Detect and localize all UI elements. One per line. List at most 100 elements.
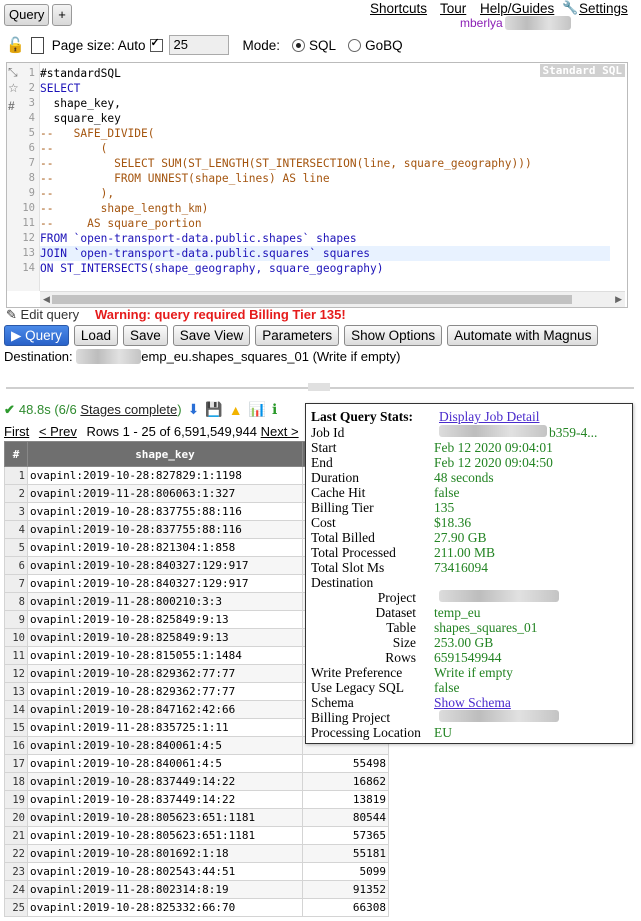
prev-page-link[interactable]: < Prev	[39, 424, 77, 439]
row-number-cell[interactable]: 16	[4, 736, 28, 755]
square-key-cell[interactable]: 5099	[302, 862, 389, 881]
add-tab-button[interactable]: +	[52, 4, 72, 26]
row-number-cell[interactable]: 13	[4, 682, 28, 701]
sql-editor[interactable]: ⤡ ☆ # Standard SQL 1 #standardSQL 2 SELECT 3…	[6, 62, 628, 308]
shape-key-cell[interactable]: ovapinl:2019-10-28:805623:651:1181	[27, 826, 303, 845]
row-number-cell[interactable]: 17	[4, 754, 28, 773]
row-number-cell[interactable]: 7	[4, 574, 28, 593]
tab-query[interactable]: Query	[4, 4, 50, 26]
shape-key-cell[interactable]: ovapinl:2019-11-28:806063:1:327	[27, 484, 303, 503]
row-number-cell[interactable]: 19	[4, 790, 28, 809]
shape-key-cell[interactable]: ovapinl:2019-10-28:829362:77:77	[27, 682, 303, 701]
square-key-cell[interactable]: 91352	[302, 880, 389, 899]
row-number-cell[interactable]: 18	[4, 772, 28, 791]
resize-handle[interactable]	[308, 383, 330, 391]
shape-key-cell[interactable]: ovapinl:2019-10-28:802543:44:51	[27, 862, 303, 881]
row-number-cell[interactable]: 6	[4, 556, 28, 575]
shape-key-cell[interactable]: ovapinl:2019-10-28:805623:651:1181	[27, 808, 303, 827]
download-icon[interactable]: ⬇	[188, 401, 200, 418]
page-size-input[interactable]: 25	[168, 35, 229, 55]
square-key-cell[interactable]: 66308	[302, 898, 389, 917]
row-number-cell[interactable]: 8	[4, 592, 28, 611]
row-number-cell[interactable]: 25	[4, 898, 28, 917]
unlock-icon[interactable]: 🔓	[6, 36, 25, 54]
save-view-button[interactable]: Save View	[172, 325, 251, 346]
row-number-cell[interactable]: 9	[4, 610, 28, 629]
display-job-detail-link[interactable]: Display Job Detail	[439, 409, 540, 424]
shape-key-cell[interactable]: ovapinl:2019-10-28:840061:4:5	[27, 736, 303, 755]
table-row[interactable]: 23 ovapinl:2019-10-28:802543:44:51 5099	[4, 862, 389, 881]
edit-query-link[interactable]: ✎ Edit query	[6, 307, 79, 323]
scroll-right-icon[interactable]: ▶	[615, 292, 622, 307]
shape-key-cell[interactable]: ovapinl:2019-10-28:801692:1:18	[27, 844, 303, 863]
table-row[interactable]: 21 ovapinl:2019-10-28:805623:651:1181 5736…	[4, 826, 389, 845]
first-page-link[interactable]: First	[4, 424, 29, 439]
mode-sql-radio[interactable]	[292, 38, 306, 52]
square-key-cell[interactable]: 55498	[302, 754, 389, 773]
table-row[interactable]: 17 ovapinl:2019-10-28:840061:4:5 55498	[4, 754, 389, 773]
shape-key-cell[interactable]: ovapinl:2019-10-28:837755:88:116	[27, 520, 303, 539]
row-number-cell[interactable]: 22	[4, 844, 28, 863]
row-number-cell[interactable]: 1	[4, 466, 28, 485]
table-row[interactable]: 18 ovapinl:2019-10-28:837449:14:22 16862	[4, 772, 389, 791]
info-icon[interactable]: ℹ	[272, 401, 277, 418]
shape-key-cell[interactable]: ovapinl:2019-10-28:821304:1:858	[27, 538, 303, 557]
table-row[interactable]: 24 ovapinl:2019-11-28:802314:8:19 91352	[4, 880, 389, 899]
show-options-button[interactable]: Show Options	[344, 325, 443, 346]
table-row[interactable]: 25 ovapinl:2019-10-28:825332:66:70 66308	[4, 898, 389, 917]
page-size-auto-checkbox[interactable]	[149, 36, 163, 52]
shape-key-cell[interactable]: ovapinl:2019-10-28:847162:42:66	[27, 700, 303, 719]
show-schema-link[interactable]: Show Schema	[434, 695, 511, 711]
row-number-cell[interactable]: 24	[4, 880, 28, 899]
table-row[interactable]: 22 ovapinl:2019-10-28:801692:1:18 55181	[4, 844, 389, 863]
shape-key-cell[interactable]: ovapinl:2019-10-28:827829:1:1198	[27, 466, 303, 485]
document-icon[interactable]	[30, 36, 44, 54]
shape-key-cell[interactable]: ovapinl:2019-10-28:840061:4:5	[27, 754, 303, 773]
row-number-cell[interactable]: 14	[4, 700, 28, 719]
help-guides-link[interactable]: Help/Guides	[480, 1, 554, 16]
row-number-cell[interactable]: 5	[4, 538, 28, 557]
chart-icon[interactable]: 📊	[249, 401, 266, 418]
shape-key-cell[interactable]: ovapinl:2019-10-28:837755:88:116	[27, 502, 303, 521]
automate-magnus-button[interactable]: Automate with Magnus	[447, 325, 599, 346]
mode-gobq-radio[interactable]	[348, 38, 362, 52]
stages-link[interactable]: Stages complete	[80, 402, 177, 417]
row-number-cell[interactable]: 12	[4, 664, 28, 683]
shape-key-cell[interactable]: ovapinl:2019-11-28:802314:8:19	[27, 880, 303, 899]
save-button[interactable]: Save	[122, 325, 168, 346]
square-key-cell[interactable]: 57365	[302, 826, 389, 845]
star-icon[interactable]: ☆	[8, 81, 19, 95]
row-number-cell[interactable]: 11	[4, 646, 28, 665]
tour-link[interactable]: Tour	[440, 1, 466, 16]
shape-key-cell[interactable]: ovapinl:2019-11-28:835725:1:11	[27, 718, 303, 737]
shape-key-cell[interactable]: ovapinl:2019-10-28:840327:129:917	[27, 574, 303, 593]
scroll-thumb[interactable]	[52, 295, 572, 304]
save-disk-icon[interactable]: 💾	[205, 401, 222, 418]
query-button[interactable]: ▶ Query	[4, 325, 69, 346]
parameters-button[interactable]: Parameters	[255, 325, 340, 346]
square-key-cell[interactable]: 16862	[302, 772, 389, 791]
row-number-cell[interactable]: 4	[4, 520, 28, 539]
shape-key-cell[interactable]: ovapinl:2019-10-28:829362:77:77	[27, 664, 303, 683]
square-key-cell[interactable]: 55181	[302, 844, 389, 863]
scroll-left-icon[interactable]: ◀	[43, 292, 50, 307]
row-number-cell[interactable]: 23	[4, 862, 28, 881]
shape-key-cell[interactable]: ovapinl:2019-10-28:840327:129:917	[27, 556, 303, 575]
shape-key-cell[interactable]: ovapinl:2019-11-28:800210:3:3	[27, 592, 303, 611]
drive-icon[interactable]: ▲	[229, 402, 243, 418]
hash-icon[interactable]: #	[8, 99, 15, 113]
row-number-cell[interactable]: 3	[4, 502, 28, 521]
shortcuts-link[interactable]: Shortcuts	[370, 1, 427, 16]
settings-link[interactable]: Settings	[579, 1, 628, 16]
row-number-cell[interactable]: 10	[4, 628, 28, 647]
shape-key-cell[interactable]: ovapinl:2019-10-28:815055:1:1484	[27, 646, 303, 665]
row-number-cell[interactable]: 21	[4, 826, 28, 845]
load-button[interactable]: Load	[73, 325, 118, 346]
row-number-cell[interactable]: 15	[4, 718, 28, 737]
shape-key-cell[interactable]: ovapinl:2019-10-28:825849:9:13	[27, 610, 303, 629]
shape-key-cell[interactable]: ovapinl:2019-10-28:825849:9:13	[27, 628, 303, 647]
shape-key-cell[interactable]: ovapinl:2019-10-28:825332:66:70	[27, 898, 303, 917]
square-key-cell[interactable]: 13819	[302, 790, 389, 809]
square-key-cell[interactable]: 80544	[302, 808, 389, 827]
col-header-shape-key[interactable]: shape_key	[27, 441, 303, 467]
